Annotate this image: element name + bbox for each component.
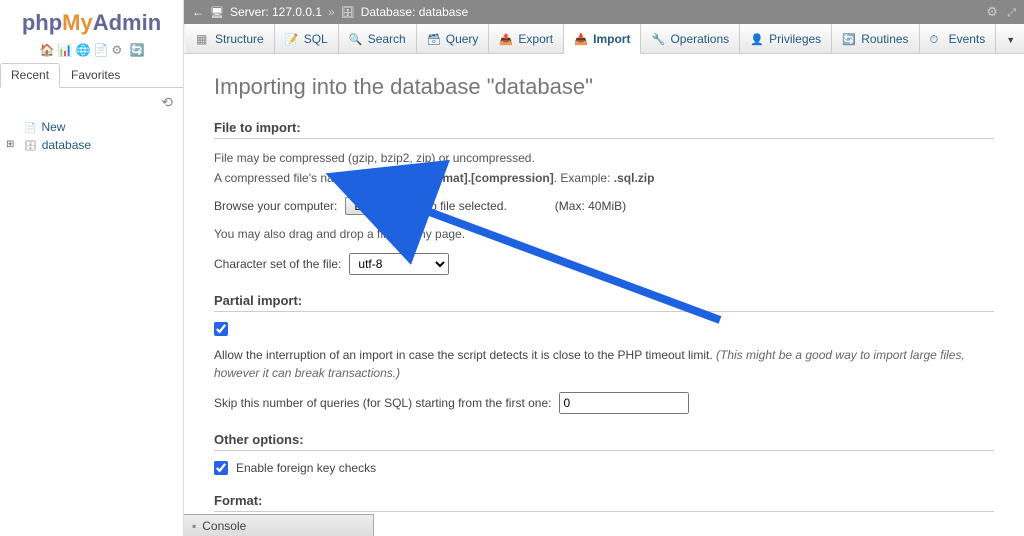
browse-label: Browse your computer:	[214, 199, 337, 213]
db-tree: New database	[0, 114, 183, 158]
console-label: Console	[202, 519, 246, 533]
logo-admin: Admin	[93, 10, 161, 36]
page-title: Importing into the database "database"	[214, 74, 994, 100]
max-size: (Max: 40MiB)	[555, 199, 626, 213]
sidebar-tabs: Recent Favorites	[0, 63, 183, 88]
routines-icon	[842, 32, 856, 46]
tree-database[interactable]: database	[6, 136, 177, 154]
section-format: Format:	[214, 493, 994, 508]
tab-structure[interactable]: Structure	[186, 24, 275, 53]
skip-input[interactable]	[559, 392, 689, 414]
note-dragdrop: You may also drag and drop a file on any…	[214, 225, 994, 243]
topmenu: Structure SQL Search Query Export Import…	[184, 24, 1024, 54]
charset-row: Character set of the file: utf-8	[214, 253, 994, 275]
tab-recent[interactable]: Recent	[0, 63, 60, 88]
tab-import[interactable]: Import	[564, 24, 641, 54]
reload-icon[interactable]	[130, 41, 144, 55]
main: Server: 127.0.0.1 » Database: database S…	[184, 0, 1024, 536]
docs-icon[interactable]	[76, 41, 90, 55]
divider	[214, 450, 994, 451]
tab-routines[interactable]: Routines	[832, 24, 919, 53]
charset-select[interactable]: utf-8	[349, 253, 449, 275]
quick-icons	[0, 41, 183, 63]
skip-label: Skip this number of queries (for SQL) st…	[214, 396, 551, 410]
privileges-icon	[750, 32, 764, 46]
collapse-icon[interactable]: ⟲	[0, 88, 183, 114]
nav-settings-icon[interactable]	[94, 41, 108, 55]
more-icon	[1006, 32, 1020, 46]
note-format: A compressed file's name must end in .[f…	[214, 169, 994, 187]
tab-query[interactable]: Query	[417, 24, 490, 53]
breadcrumb-sep: »	[328, 5, 335, 19]
charset-label: Character set of the file:	[214, 257, 341, 271]
breadcrumb: Server: 127.0.0.1 » Database: database	[184, 0, 1024, 24]
tab-export[interactable]: Export	[489, 24, 564, 53]
sidebar: phpMyAdmin Recent Favorites ⟲ New databa…	[0, 0, 184, 536]
divider	[214, 511, 994, 512]
logo-my: My	[62, 10, 93, 36]
console-bar[interactable]: Console	[184, 514, 374, 536]
query-icon	[427, 32, 441, 46]
search-icon	[349, 32, 363, 46]
logo[interactable]: phpMyAdmin	[0, 0, 183, 41]
database-icon	[341, 5, 355, 19]
fk-row: Enable foreign key checks	[214, 461, 994, 475]
logout-icon[interactable]	[58, 41, 72, 55]
sql-icon	[285, 32, 299, 46]
import-icon	[574, 32, 588, 46]
section-other: Other options:	[214, 432, 994, 447]
tab-privileges[interactable]: Privileges	[740, 24, 832, 53]
fk-checks-checkbox[interactable]	[214, 461, 228, 475]
export-icon	[499, 32, 513, 46]
divider	[214, 138, 994, 139]
structure-icon	[196, 32, 210, 46]
allow-interrupt-checkbox[interactable]	[214, 322, 228, 336]
page-settings-icon[interactable]	[986, 5, 998, 19]
expand-icon[interactable]	[6, 139, 22, 151]
spacer-icon	[6, 121, 22, 133]
server-icon	[210, 5, 224, 19]
tab-more[interactable]: More	[996, 24, 1024, 53]
divider	[214, 311, 994, 312]
tab-favorites[interactable]: Favorites	[60, 63, 131, 87]
skip-row: Skip this number of queries (for SQL) st…	[214, 392, 994, 414]
tab-events[interactable]: Events	[920, 24, 997, 53]
back-icon[interactable]	[192, 5, 204, 19]
operations-icon	[651, 32, 665, 46]
new-db-icon	[24, 120, 39, 134]
tree-label: database	[42, 138, 91, 152]
file-status: No file selected.	[421, 199, 506, 213]
content: Importing into the database "database" F…	[184, 54, 1024, 536]
tab-search[interactable]: Search	[339, 24, 417, 53]
database-icon	[24, 138, 40, 152]
fk-label: Enable foreign key checks	[236, 461, 376, 475]
tree-label: New	[41, 120, 65, 134]
exit-icon[interactable]	[1001, 5, 1016, 19]
partial-note: Allow the interruption of an import in c…	[214, 346, 994, 382]
browse-row: Browse your computer: Browse... No file …	[214, 197, 994, 215]
breadcrumb-db[interactable]: Database: database	[361, 5, 468, 19]
settings-icon[interactable]	[112, 41, 126, 55]
tree-new[interactable]: New	[6, 118, 177, 136]
home-icon[interactable]	[40, 41, 54, 55]
tab-operations[interactable]: Operations	[641, 24, 740, 53]
note-compressed: File may be compressed (gzip, bzip2, zip…	[214, 149, 994, 167]
section-file: File to import:	[214, 120, 994, 135]
logo-php: php	[22, 10, 62, 36]
browse-button[interactable]: Browse...	[345, 197, 413, 215]
breadcrumb-server[interactable]: Server: 127.0.0.1	[230, 5, 322, 19]
tab-sql[interactable]: SQL	[275, 24, 339, 53]
events-icon	[930, 32, 944, 46]
section-partial: Partial import:	[214, 293, 994, 308]
